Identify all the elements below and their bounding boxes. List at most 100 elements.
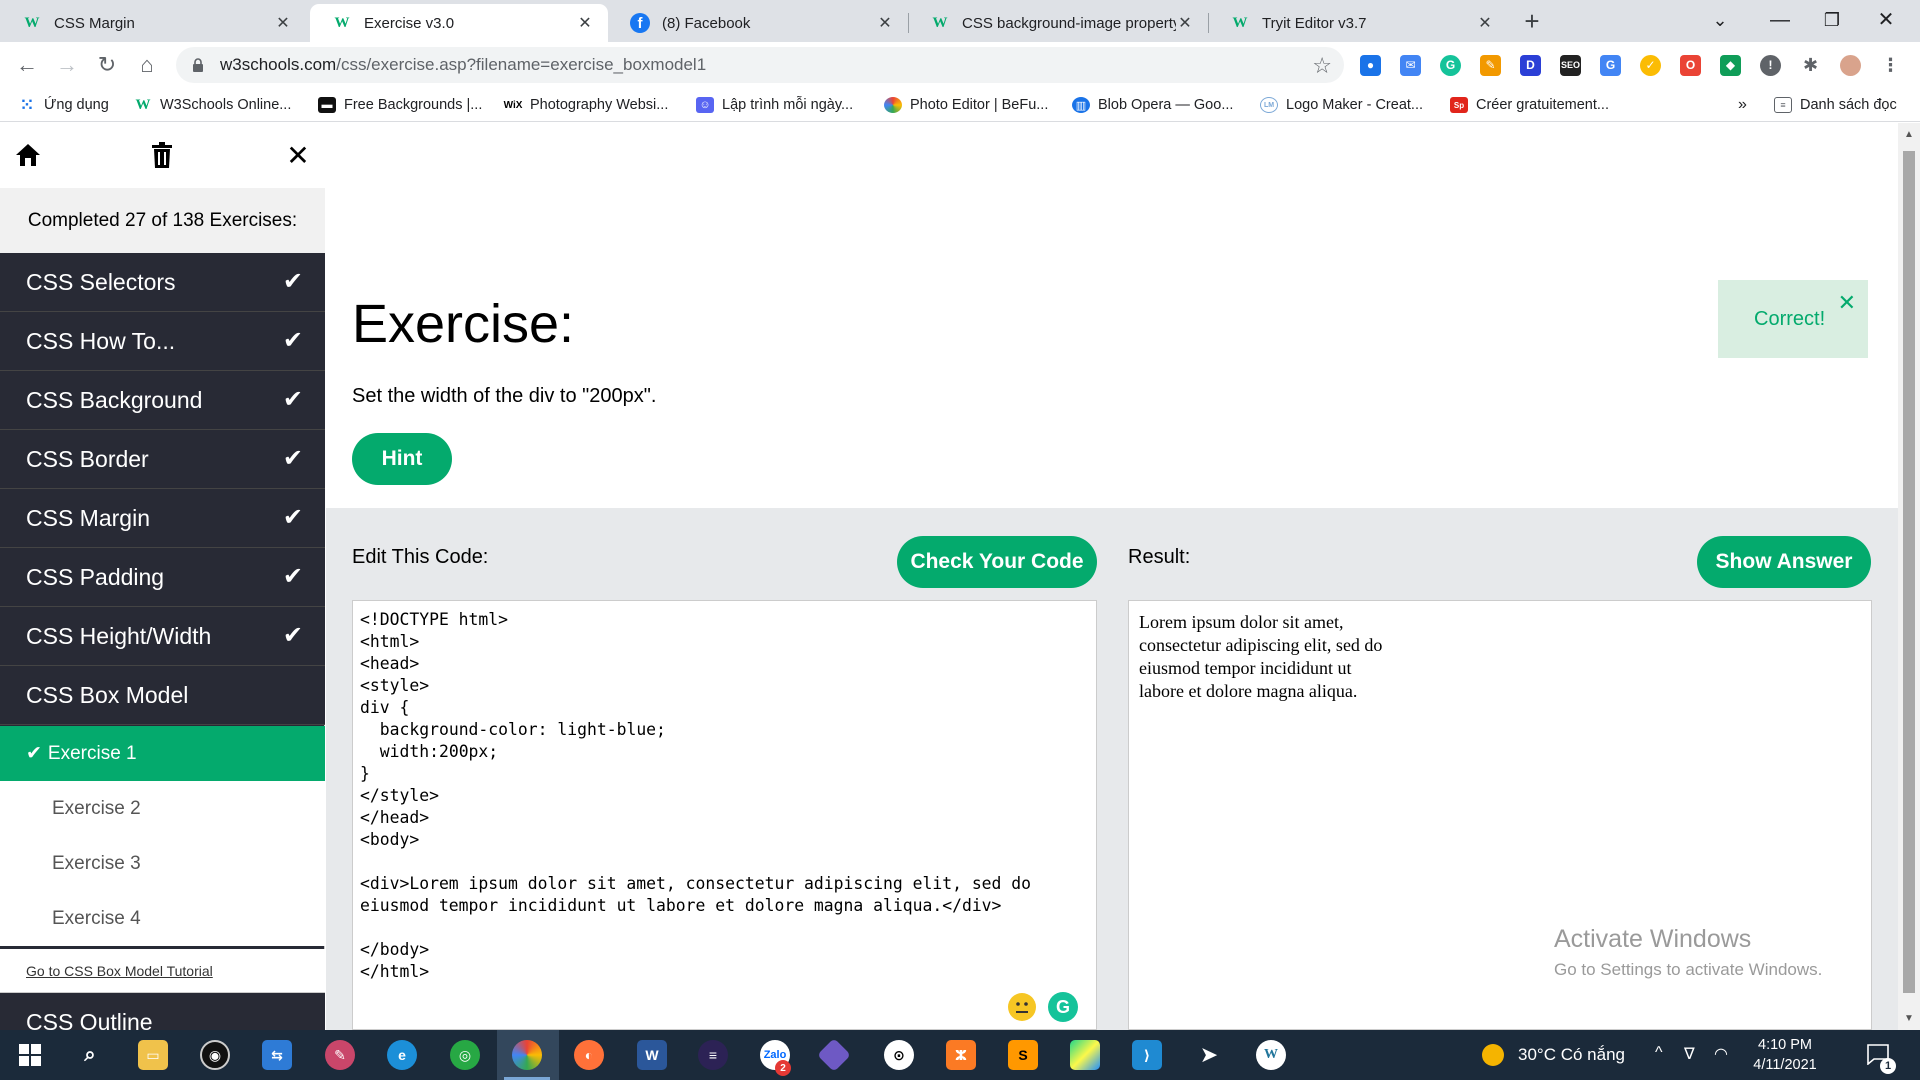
wordpress-icon[interactable]: W xyxy=(1256,1040,1286,1070)
lock-icon[interactable] xyxy=(192,58,206,72)
grammarly-icon[interactable]: G xyxy=(1048,992,1078,1022)
tab-css-margin[interactable]: W CSS Margin ✕ xyxy=(0,4,306,42)
show-answer-button[interactable]: Show Answer xyxy=(1697,536,1871,588)
close-icon[interactable]: ✕ xyxy=(283,140,313,171)
bookmarks-overflow-button[interactable]: » xyxy=(1738,93,1747,117)
new-tab-button[interactable]: + xyxy=(1518,8,1546,36)
bookmark-w3schools[interactable]: W W3Schools Online... xyxy=(134,93,292,117)
trash-icon[interactable] xyxy=(147,140,177,170)
close-icon[interactable]: ✕ xyxy=(274,13,292,33)
window-close-button[interactable]: ✕ xyxy=(1866,6,1906,34)
home-icon[interactable] xyxy=(13,140,43,170)
mail-extension-icon[interactable]: ✉ xyxy=(1400,55,1421,76)
office-extension-icon[interactable]: O xyxy=(1680,55,1701,76)
close-icon[interactable]: ✕ xyxy=(1838,290,1856,316)
seo-extension-icon[interactable]: SEO xyxy=(1560,55,1581,76)
minimize-button[interactable]: — xyxy=(1760,6,1800,34)
translate-extension-icon[interactable]: G xyxy=(1600,55,1621,76)
sidebar-item-css-outline[interactable]: CSS Outline xyxy=(0,993,325,1030)
vscode-icon[interactable]: ⟩ xyxy=(1132,1040,1162,1070)
app-diamond-icon[interactable] xyxy=(817,1038,851,1072)
chrome-icon[interactable] xyxy=(504,1040,550,1080)
restore-button[interactable]: ❐ xyxy=(1812,6,1852,34)
file-explorer-icon[interactable]: ▭ xyxy=(138,1040,168,1070)
home-button[interactable]: ⌂ xyxy=(132,50,162,80)
wifi-icon[interactable]: ◠ xyxy=(1714,1044,1728,1064)
emoji-icon[interactable] xyxy=(1008,993,1036,1021)
tab-search-icon[interactable]: ⌄ xyxy=(1700,6,1740,34)
start-button[interactable] xyxy=(15,1040,45,1070)
bookmark-lap-trinh[interactable]: ☺ Lập trình mỗi ngày... xyxy=(696,93,853,117)
address-bar[interactable]: w3schools.com/css/exercise.asp?filename=… xyxy=(176,47,1344,83)
bookmark-creer[interactable]: Sp Créer gratuitement... xyxy=(1450,93,1609,117)
tab-facebook[interactable]: f (8) Facebook ✕ xyxy=(608,4,908,42)
tab-tryit-editor[interactable]: W Tryit Editor v3.7 ✕ xyxy=(1208,4,1508,42)
github-icon[interactable]: ⊙ xyxy=(884,1040,914,1070)
menu-icon[interactable]: ⋮ xyxy=(1880,55,1901,76)
sidebar-item-css-padding[interactable]: CSS Padding ✔ xyxy=(0,548,325,607)
cursor-app-icon[interactable]: ➤ xyxy=(1194,1040,1224,1070)
show-hidden-icons[interactable]: ^ xyxy=(1655,1044,1663,1062)
puzzle-extensions-icon[interactable]: ✱ xyxy=(1800,55,1821,76)
bookmark-photography[interactable]: WiX Photography Websi... xyxy=(504,93,669,117)
exercise-item-1[interactable]: ✔ Exercise 1 xyxy=(0,726,325,781)
scroll-up-icon[interactable]: ▲ xyxy=(1904,129,1914,140)
sidebar-item-css-border[interactable]: CSS Border ✔ xyxy=(0,430,325,489)
close-icon[interactable]: ✕ xyxy=(876,13,894,33)
forward-button[interactable]: → xyxy=(52,50,82,80)
word-icon[interactable]: W xyxy=(637,1040,667,1070)
hint-button[interactable]: Hint xyxy=(352,433,452,485)
scroll-thumb[interactable] xyxy=(1903,151,1915,993)
grammarly-extension-icon[interactable]: G xyxy=(1440,55,1461,76)
search-icon[interactable]: ⌕ xyxy=(75,1040,105,1070)
bookmark-befunky[interactable]: Photo Editor | BeFu... xyxy=(884,93,1048,117)
code-editor[interactable]: <!DOCTYPE html> <html> <head> <style> di… xyxy=(352,600,1097,1030)
check-code-button[interactable]: Check Your Code xyxy=(897,536,1097,588)
lightbulb-extension-icon[interactable]: ! xyxy=(1760,55,1781,76)
dictionary-extension-icon[interactable]: D xyxy=(1520,55,1541,76)
bookmark-star-icon[interactable]: ☆ xyxy=(1312,53,1332,79)
sidebar-item-css-box-model[interactable]: CSS Box Model xyxy=(0,666,325,725)
pycharm-icon[interactable] xyxy=(1070,1040,1100,1070)
tab-exercise[interactable]: W Exercise v3.0 ✕ xyxy=(310,4,608,42)
chrome-canary-icon[interactable]: ◎ xyxy=(450,1040,480,1070)
profile-avatar[interactable] xyxy=(1840,55,1861,76)
xampp-icon[interactable]: ⵣ xyxy=(946,1040,976,1070)
sublime-icon[interactable]: S xyxy=(1008,1040,1038,1070)
clock[interactable]: 4:10 PM 4/11/2021 xyxy=(1740,1035,1830,1075)
scroll-down-icon[interactable]: ▼ xyxy=(1904,1013,1914,1024)
back-button[interactable]: ← xyxy=(12,50,42,80)
page-scrollbar[interactable]: ▲ ▼ xyxy=(1898,123,1920,1030)
colorpick-extension-icon[interactable]: ✓ xyxy=(1640,55,1661,76)
edge-icon[interactable]: e xyxy=(387,1040,417,1070)
reading-list-button[interactable]: ≡ Danh sách đọc xyxy=(1774,93,1897,117)
tab-background-image[interactable]: W CSS background-image property ✕ xyxy=(908,4,1208,42)
bookmark-free-backgrounds[interactable]: ▬ Free Backgrounds |... xyxy=(318,93,482,117)
pen-icon[interactable]: ∇ xyxy=(1684,1044,1695,1064)
teamviewer-icon[interactable]: ⇆ xyxy=(262,1040,292,1070)
close-icon[interactable]: ✕ xyxy=(1176,13,1194,33)
highlighter-extension-icon[interactable]: ✎ xyxy=(1480,55,1501,76)
close-icon[interactable]: ✕ xyxy=(1476,13,1494,33)
obs-icon[interactable]: ◉ xyxy=(200,1040,230,1070)
sidebar-item-css-margin[interactable]: CSS Margin ✔ xyxy=(0,489,325,548)
reload-button[interactable]: ↻ xyxy=(92,50,122,80)
bookmark-blob-opera[interactable]: ▥ Blob Opera — Goo... xyxy=(1072,93,1233,117)
dropper-extension-icon[interactable]: ● xyxy=(1360,55,1381,76)
tutorial-link[interactable]: Go to CSS Box Model Tutorial xyxy=(0,949,325,993)
sidebar-item-css-background[interactable]: CSS Background ✔ xyxy=(0,371,325,430)
bookmark-logo-maker[interactable]: LM Logo Maker - Creat... xyxy=(1260,93,1423,117)
firefox-icon[interactable]: ◐ xyxy=(574,1040,604,1070)
sidebar-item-css-how-to[interactable]: CSS How To... ✔ xyxy=(0,312,325,371)
code-text[interactable]: <!DOCTYPE html> <html> <head> <style> di… xyxy=(360,609,1089,983)
bookmark-apps[interactable]: ⁙ Ứng dụng xyxy=(18,93,109,117)
sidebar-item-css-height-width[interactable]: CSS Height/Width ✔ xyxy=(0,607,325,666)
vpn-extension-icon[interactable]: ◆ xyxy=(1720,55,1741,76)
exercise-item-4[interactable]: Exercise 4 xyxy=(0,891,325,946)
close-icon[interactable]: ✕ xyxy=(576,13,594,33)
exercise-item-3[interactable]: Exercise 3 xyxy=(0,836,325,891)
eclipse-icon[interactable]: ≡ xyxy=(698,1040,728,1070)
paint-icon[interactable]: ✎ xyxy=(325,1040,355,1070)
exercise-item-2[interactable]: Exercise 2 xyxy=(0,781,325,836)
weather-widget[interactable]: 30°C Có nắng xyxy=(1482,1044,1625,1066)
